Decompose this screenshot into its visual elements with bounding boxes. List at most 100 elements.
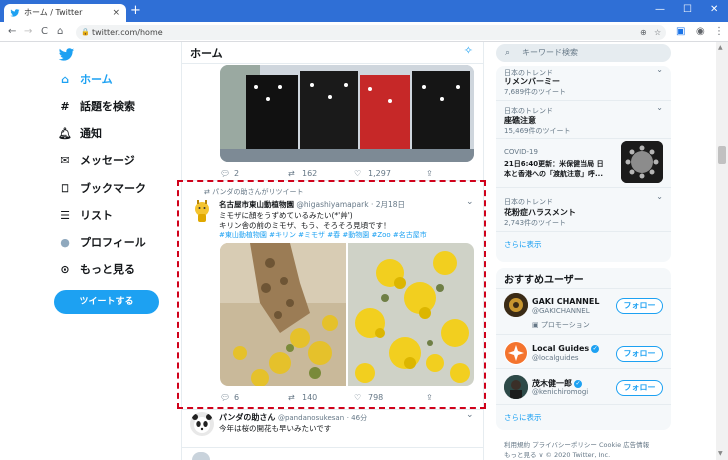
nav-more[interactable]: ⊙ もっと見る	[58, 260, 135, 280]
maximize-button[interactable]: ☐	[683, 3, 692, 17]
hashtag-icon: #	[60, 100, 70, 113]
bell-icon: 🔔︎	[58, 127, 72, 140]
scrollbar-thumb[interactable]	[718, 146, 726, 164]
nav-home[interactable]: ⌂ ホーム	[58, 70, 113, 90]
scroll-up-arrow-icon[interactable]: ▲	[718, 44, 723, 51]
nav-notifications-label: 通知	[80, 127, 102, 140]
local-guides-avatar[interactable]	[504, 341, 528, 365]
virus-image	[621, 141, 663, 183]
right-sidebar: ⌕ キーワード検索 ⌄ 日本のトレンド リメンバーミー 7,689件のツイート …	[496, 42, 728, 460]
nav-messages-label: メッセージ	[80, 154, 135, 167]
user-name[interactable]: GAKI CHANNEL	[532, 297, 599, 306]
follow-button[interactable]: フォロー	[616, 380, 663, 396]
search-input[interactable]: ⌕ キーワード検索	[496, 44, 671, 62]
retweet-icon[interactable]: ⇄	[288, 393, 295, 402]
trend-news-headline[interactable]: 21日6:40更新：米保健当局 日本と香港への「渡航注意」呼...	[504, 159, 608, 179]
trend-name[interactable]: 座礁注意	[504, 115, 536, 126]
trend-chevron-icon[interactable]: ⌄	[656, 65, 663, 74]
nav-explore[interactable]: # 話題を検索	[58, 97, 135, 117]
nav-bookmarks-label: ブックマーク	[80, 182, 146, 195]
home-button-icon[interactable]: ⌂	[57, 25, 63, 39]
share-icon[interactable]: ⇪	[426, 393, 433, 402]
trend-category: 日本のトレンド	[504, 198, 553, 206]
like-count: 798	[368, 393, 384, 402]
nav-profile-label: プロフィール	[80, 236, 146, 249]
nav-messages[interactable]: ✉ メッセージ	[58, 151, 135, 171]
trends-card: ⌄ 日本のトレンド リメンバーミー 7,689件のツイート ⌄ 日本のトレンド …	[496, 65, 671, 262]
tweet-menu-chevron-icon[interactable]: ⌄	[466, 197, 474, 207]
panda-avatar[interactable]	[190, 412, 214, 436]
extension-icon[interactable]: ⊕	[640, 25, 647, 40]
verified-badge-icon: ✓	[591, 344, 600, 353]
like-icon[interactable]: ♡	[354, 169, 361, 178]
tweet-media-image[interactable]	[220, 65, 474, 162]
gaki-logo-icon	[504, 293, 528, 317]
new-tab-button[interactable]: +	[130, 3, 141, 19]
tweet-author-handle[interactable]: @higashiyamapark	[296, 200, 368, 209]
address-bar[interactable]: 🔒 twitter.com/home ⊕ ☆	[76, 25, 666, 40]
tweet3-author-line: パンダの助さん @pandanosukesan · 46分	[219, 413, 368, 422]
reply-icon[interactable]: 💬︎	[220, 169, 230, 178]
extension-puzzle-icon[interactable]: ▣	[676, 25, 685, 39]
nav-profile[interactable]: ● プロフィール	[58, 233, 146, 253]
tweet-hashtags[interactable]: #東山動植物園 #キリン #ミモザ #春 #動物園 #Zoo #名古屋市	[219, 230, 427, 240]
twitter-logo-icon[interactable]	[58, 48, 75, 62]
browser-tab[interactable]: ホーム / Twitter ×	[4, 4, 126, 22]
mogi-avatar[interactable]	[504, 375, 528, 399]
footer-links[interactable]: 利用規約 プライバシーポリシー Cookie 広告情報	[504, 439, 649, 449]
star-bookmark-icon[interactable]: ☆	[654, 25, 661, 40]
divider	[182, 409, 483, 410]
reply-icon[interactable]: 💬︎	[220, 393, 230, 402]
more-icon: ⊙	[60, 263, 70, 276]
like-count: 1,297	[368, 169, 391, 178]
forward-icon[interactable]: →	[24, 25, 32, 39]
trend-count: 7,689件のツイート	[504, 88, 567, 96]
tweet3-author-name[interactable]: パンダの助さん	[219, 413, 275, 422]
trend-name[interactable]: 花粉症ハラスメント	[504, 207, 576, 218]
trend-chevron-icon[interactable]: ⌄	[656, 192, 663, 201]
close-window-button[interactable]: ✕	[710, 3, 718, 17]
scroll-down-arrow-icon[interactable]: ▼	[718, 450, 723, 457]
who-show-more-link[interactable]: さらに表示	[504, 412, 542, 423]
giraffe-mimosa-photos[interactable]	[220, 243, 474, 386]
gaki-channel-avatar[interactable]	[504, 293, 528, 317]
browser-menu-icon[interactable]: ⋮	[714, 25, 724, 39]
share-icon[interactable]: ⇪	[426, 169, 433, 178]
tweet3-menu-chevron-icon[interactable]: ⌄	[466, 410, 474, 420]
tweet-avatar[interactable]	[192, 200, 212, 222]
tweet-button[interactable]: ツイートする	[54, 290, 159, 314]
who-to-follow-title: おすすめユーザー	[504, 275, 584, 286]
tweet3-handle[interactable]: @pandanosukesan	[278, 414, 344, 422]
tweet-author-name[interactable]: 名古屋市東山動植物園	[219, 200, 294, 209]
back-icon[interactable]: ←	[8, 25, 16, 39]
page-scrollbar[interactable]: ▲ ▼	[716, 42, 728, 460]
reload-icon[interactable]: C	[41, 25, 48, 39]
covid-thumbnail[interactable]	[621, 141, 663, 183]
verified-badge-icon: ✓	[574, 379, 582, 388]
nav-lists-label: リスト	[80, 209, 113, 222]
home-icon: ⌂	[61, 73, 69, 86]
user-name-row[interactable]: Local Guides ✓	[532, 344, 600, 353]
retweet-count: 162	[302, 169, 318, 178]
account-icon[interactable]: ◉	[696, 25, 705, 39]
like-icon[interactable]: ♡	[354, 393, 361, 402]
nav-lists[interactable]: ☰ リスト	[58, 206, 113, 226]
trends-show-more-link[interactable]: さらに表示	[504, 239, 542, 250]
divider	[496, 368, 671, 369]
follow-button[interactable]: フォロー	[616, 346, 663, 362]
nav-bookmarks[interactable]: ⎕ ブックマーク	[58, 179, 146, 199]
tab-close-icon[interactable]: ×	[112, 4, 120, 22]
trend-chevron-icon[interactable]: ⌄	[656, 103, 663, 112]
tweet3-time[interactable]: 46分	[351, 414, 367, 422]
minimize-button[interactable]: —	[655, 3, 665, 17]
list-icon: ☰	[60, 209, 70, 222]
nav-notifications[interactable]: 🔔︎ 通知	[58, 124, 102, 144]
user-handle: @localguides	[532, 354, 579, 362]
lock-icon: 🔒	[81, 28, 90, 36]
sparkle-icon[interactable]: ✧	[464, 44, 473, 57]
follow-button[interactable]: フォロー	[616, 298, 663, 314]
retweet-icon[interactable]: ⇄	[288, 169, 295, 178]
next-tweet-avatar	[192, 452, 210, 460]
tweet-date[interactable]: 2月18日	[376, 200, 405, 209]
trend-name[interactable]: リメンバーミー	[504, 76, 560, 87]
